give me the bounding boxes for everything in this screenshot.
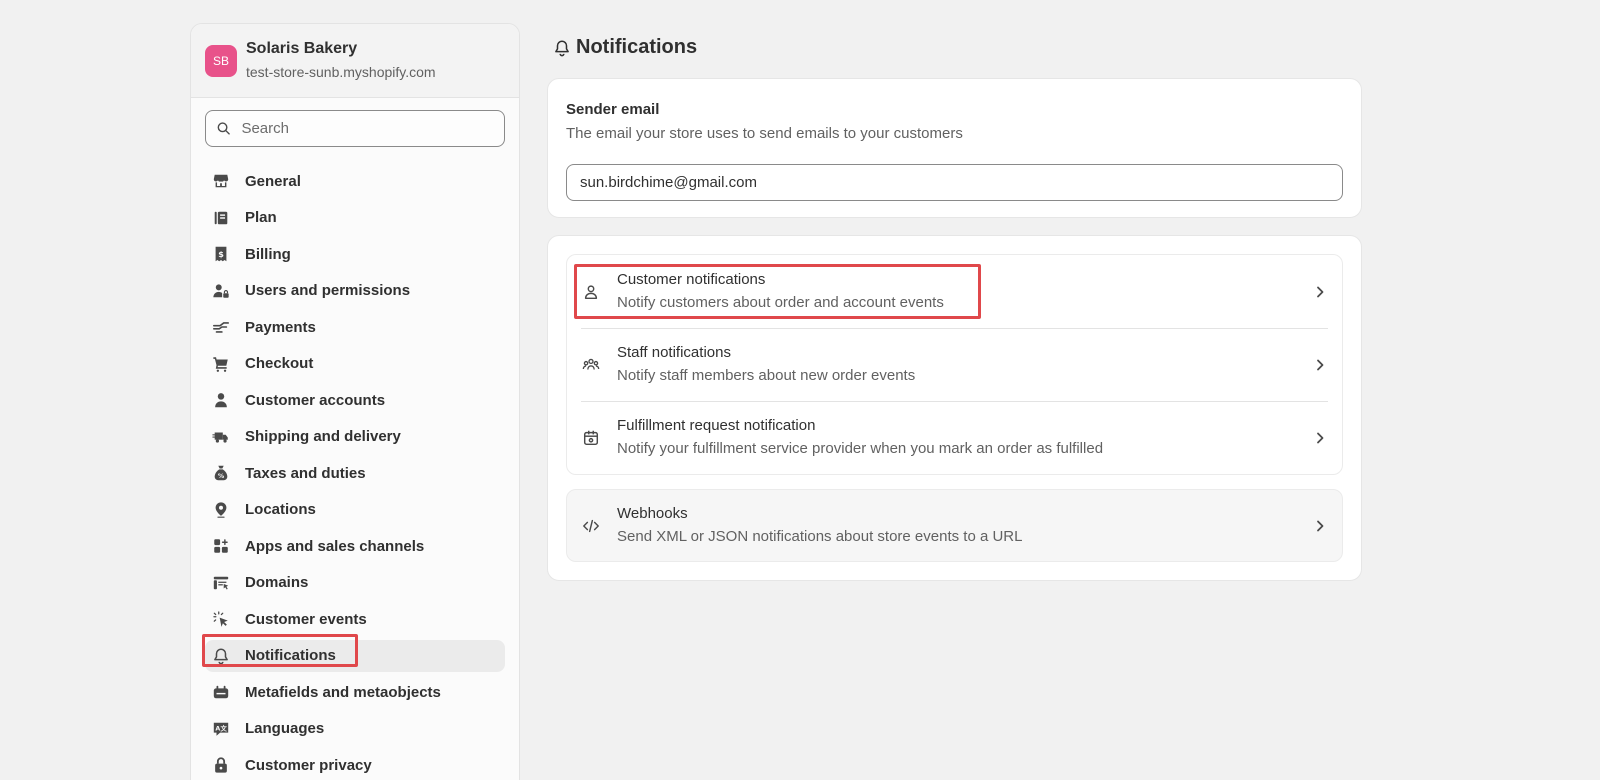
row-description: Notify your fulfillment service provider… (617, 440, 1104, 457)
chevron-right-icon (1317, 359, 1324, 370)
code-icon (581, 516, 601, 536)
package-icon (581, 428, 601, 448)
sidebar-item-label: Plan (245, 209, 277, 226)
sidebar-item-billing[interactable]: $ Billing (205, 238, 505, 270)
sidebar-item-customer-accounts[interactable]: Customer accounts (205, 384, 505, 416)
sender-email-title: Sender email (566, 101, 660, 118)
group-icon (581, 355, 601, 375)
payments-icon (211, 317, 231, 337)
sidebar-item-payments[interactable]: Payments (205, 311, 505, 343)
domains-icon (211, 573, 231, 593)
sidebar-item-languages[interactable]: A文 Languages (205, 713, 505, 745)
sidebar-item-apps[interactable]: Apps and sales channels (205, 530, 505, 562)
sidebar-item-domains[interactable]: Domains (205, 567, 505, 599)
apps-icon (211, 536, 231, 556)
sidebar-item-label: Customer accounts (245, 391, 386, 409)
sidebar-item-general[interactable]: General (205, 165, 505, 197)
row-title: Webhooks (617, 505, 688, 522)
sidebar-item-label: Users and permissions (245, 282, 411, 299)
row-description: Notify customers about order and account… (617, 294, 944, 311)
sidebar-item-metafields[interactable]: Metafields and metaobjects (205, 676, 505, 708)
sidebar-item-label: Billing (245, 245, 291, 263)
sender-email-description: The email your store uses to send emails… (566, 125, 963, 142)
sidebar-item-locations[interactable]: Locations (205, 494, 505, 526)
sidebar-item-label: Taxes and duties (245, 464, 366, 482)
svg-text:$: $ (218, 249, 224, 259)
row-title: Fulfillment request notification (617, 417, 816, 434)
sidebar-item-shipping[interactable]: Shipping and delivery (205, 421, 505, 453)
page-title: Notifications (553, 36, 697, 59)
svg-text:A: A (215, 725, 220, 732)
cursor-click-icon (211, 609, 231, 629)
cart-icon (211, 354, 231, 374)
webhooks-row[interactable]: Webhooks Send XML or JSON notifications … (566, 489, 1343, 562)
settings-nav: General Plan $ Billing Users and permiss… (191, 165, 519, 780)
languages-icon: A文 (211, 719, 231, 739)
store-icon (211, 171, 231, 191)
tax-icon: % (211, 463, 231, 483)
truck-icon (211, 427, 231, 447)
sidebar-item-label: Locations (245, 501, 316, 518)
row-description: Send XML or JSON notifications about sto… (617, 528, 1023, 545)
notifications-card: Customer notifications Notify customers … (547, 235, 1362, 581)
row-description: Notify staff members about new order eve… (617, 367, 916, 384)
search-box[interactable] (205, 110, 505, 147)
sender-email-input[interactable] (580, 174, 1329, 191)
staff-notifications-row[interactable]: Staff notifications Notify staff members… (567, 328, 1342, 401)
sidebar-item-label: Customer events (245, 610, 367, 628)
settings-sidebar: SB Solaris Bakery test-store-sunb.myshop… (190, 23, 520, 780)
sidebar-item-label: Metafields and metaobjects (245, 683, 441, 701)
sidebar-item-label: Languages (245, 720, 325, 737)
sidebar-item-notifications[interactable]: Notifications (205, 639, 505, 672)
fulfillment-request-notification-row[interactable]: Fulfillment request notification Notify … (567, 401, 1342, 474)
sidebar-item-customer-privacy[interactable]: Customer privacy (205, 749, 505, 780)
store-header[interactable]: SB Solaris Bakery test-store-sunb.myshop… (191, 24, 519, 98)
bell-icon (555, 39, 569, 56)
sidebar-item-label: Shipping and delivery (245, 428, 401, 445)
location-icon (211, 500, 231, 520)
store-avatar: SB (205, 44, 237, 77)
svg-text:%: % (218, 473, 225, 480)
sender-email-field[interactable] (566, 164, 1343, 201)
row-title: Customer notifications (617, 271, 766, 288)
sidebar-item-label: Payments (245, 318, 316, 336)
person-icon (211, 390, 231, 410)
sidebar-item-label: Apps and sales channels (245, 537, 425, 555)
sidebar-item-label: Notifications (245, 647, 336, 664)
chevron-right-icon (1317, 286, 1324, 297)
store-domain: test-store-sunb.myshopify.com (246, 64, 436, 80)
lock-icon (211, 755, 231, 775)
svg-text:文: 文 (221, 723, 228, 732)
sidebar-item-label: General (245, 172, 301, 190)
customer-notifications-row[interactable]: Customer notifications Notify customers … (567, 255, 1342, 328)
page-title-text: Notifications (576, 36, 698, 58)
sidebar-item-customer-events[interactable]: Customer events (205, 603, 505, 635)
sidebar-item-users[interactable]: Users and permissions (205, 275, 505, 307)
sidebar-item-label: Customer privacy (245, 756, 372, 774)
sidebar-item-label: Checkout (245, 355, 314, 372)
sidebar-item-taxes[interactable]: % Taxes and duties (205, 457, 505, 489)
users-icon (211, 281, 231, 301)
sender-email-card: Sender email The email your store uses t… (547, 78, 1362, 218)
notification-types-list: Customer notifications Notify customers … (566, 254, 1343, 475)
billing-icon: $ (211, 244, 231, 264)
person-outline-icon (581, 282, 601, 302)
chevron-right-icon (1317, 520, 1324, 531)
sidebar-item-label: Domains (245, 574, 309, 591)
sidebar-item-plan[interactable]: Plan (205, 202, 505, 234)
chevron-right-icon (1317, 432, 1324, 443)
plan-icon (211, 208, 231, 228)
metafields-icon (211, 682, 231, 702)
row-title: Staff notifications (617, 344, 731, 361)
search-input[interactable] (241, 120, 494, 137)
store-name: Solaris Bakery (246, 40, 358, 57)
bell-icon (211, 646, 231, 666)
search-icon (217, 122, 230, 135)
sidebar-item-checkout[interactable]: Checkout (205, 348, 505, 380)
